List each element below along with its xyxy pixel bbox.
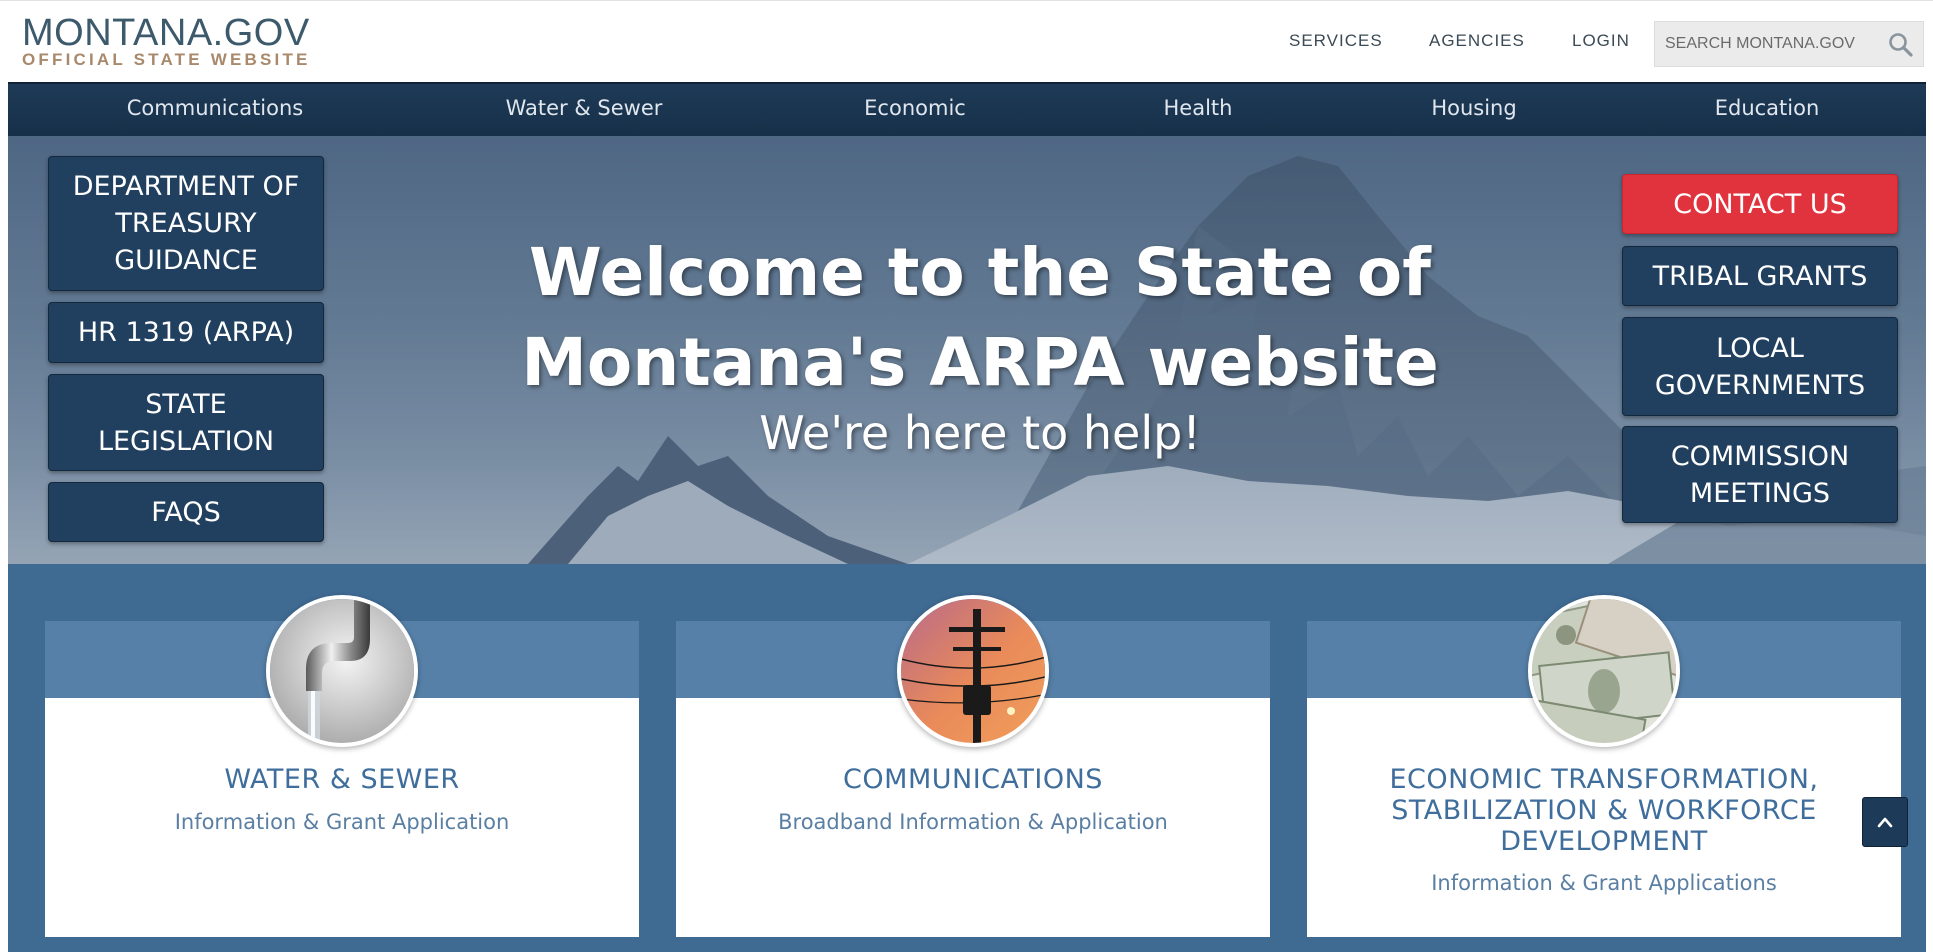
nav-water-sewer[interactable]: Water & Sewer [506,96,663,120]
economic-transformation-card[interactable]: ECONOMIC TRANSFORMATION, STABILIZATION &… [1307,595,1901,937]
utility-pole-photo [897,595,1049,747]
state-legislation-button[interactable]: STATE LEGISLATION [48,374,324,471]
top-bar: MONTANA.GOV OFFICIAL STATE WEBSITE SERVI… [0,0,1933,82]
program-cards-section: WATER & SEWER Information & Grant Applic… [8,564,1926,952]
card-title: WATER & SEWER [224,764,460,795]
search-box [1654,21,1924,67]
card-title: COMMUNICATIONS [843,764,1103,795]
login-link[interactable]: LOGIN [1572,31,1630,51]
nav-economic[interactable]: Economic [864,96,966,120]
hero-subtitle: We're here to help! [759,406,1201,460]
hr1319-arpa-button[interactable]: HR 1319 (ARPA) [48,302,324,363]
services-link[interactable]: SERVICES [1289,31,1383,51]
water-sewer-card[interactable]: WATER & SEWER Information & Grant Applic… [45,595,639,937]
tribal-grants-button[interactable]: TRIBAL GRANTS [1622,246,1898,306]
montana-gov-logo[interactable]: MONTANA.GOV OFFICIAL STATE WEBSITE [22,13,311,69]
money-photo [1528,595,1680,747]
treasury-guidance-button[interactable]: DEPARTMENT OF TREASURY GUIDANCE [48,156,324,291]
card-description: Information & Grant Applications [1431,871,1777,895]
hero-title: Welcome to the State of Montana's ARPA w… [521,234,1439,401]
contact-us-button[interactable]: CONTACT US [1622,174,1898,234]
nav-health[interactable]: Health [1164,96,1233,120]
nav-communications[interactable]: Communications [127,96,303,120]
main-nav: Communications Water & Sewer Economic He… [8,82,1926,136]
search-icon[interactable] [1887,31,1915,59]
scroll-to-top-button[interactable] [1862,797,1908,847]
nav-education[interactable]: Education [1715,96,1820,120]
search-input[interactable] [1655,22,1880,66]
communications-card[interactable]: COMMUNICATIONS Broadband Information & A… [676,595,1270,937]
hero-banner: Welcome to the State of Montana's ARPA w… [8,136,1926,564]
nav-housing[interactable]: Housing [1431,96,1516,120]
faucet-photo [266,595,418,747]
local-governments-button[interactable]: LOCAL GOVERNMENTS [1622,317,1898,416]
logo-subtitle: OFFICIAL STATE WEBSITE [22,50,311,69]
agencies-link[interactable]: AGENCIES [1429,31,1525,51]
logo-title: MONTANA.GOV [22,12,310,54]
chevron-up-icon [1877,817,1893,828]
card-title: ECONOMIC TRANSFORMATION, STABILIZATION &… [1389,764,1819,857]
faqs-button[interactable]: FAQS [48,482,324,542]
card-description: Broadband Information & Application [778,810,1168,834]
card-description: Information & Grant Application [174,810,510,834]
commission-meetings-button[interactable]: COMMISSION MEETINGS [1622,426,1898,523]
